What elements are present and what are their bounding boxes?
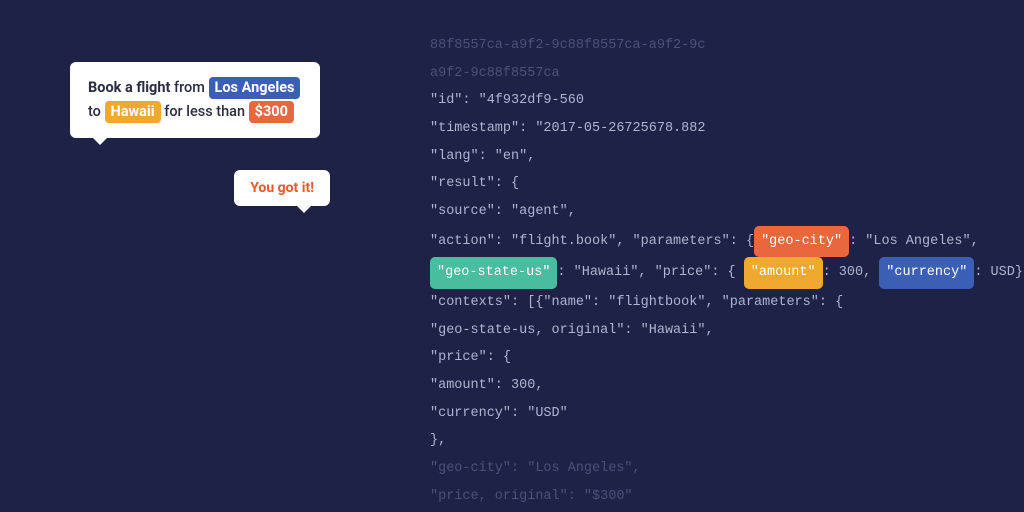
param-tag-geo-state: "geo-state-us" — [430, 257, 557, 289]
user-text: from — [170, 79, 208, 96]
code-line: "price, original": "$300" — [430, 483, 990, 511]
bot-text: You got it! — [250, 180, 314, 196]
code-line: "geo-state-us, original": "Hawaii", — [430, 317, 990, 345]
code-line: "source": "agent", — [430, 198, 990, 226]
param-tag-geo-city: "geo-city" — [754, 226, 849, 258]
user-text: to — [88, 103, 105, 120]
code-line: "amount": 300, — [430, 372, 990, 400]
code-line: "lang": "en", — [430, 143, 990, 171]
code-line: "geo-city": "Los Angeles", — [430, 455, 990, 483]
code-line: "currency": "USD" — [430, 400, 990, 428]
code-line: "price": { — [430, 344, 990, 372]
code-line: "result": { — [430, 170, 990, 198]
json-output-panel: 88f8557ca-a9f2-9c88f8557ca-a9f2-9c a9f2-… — [430, 32, 990, 510]
code-line: "timestamp": "2017-05-26725678.882 — [430, 115, 990, 143]
param-tag-amount: "amount" — [744, 257, 823, 289]
code-line: }, — [430, 427, 990, 455]
code-line: "action": "flight.book", "parameters": {… — [430, 226, 990, 258]
code-line: "id": "4f932df9-560 — [430, 87, 990, 115]
location-tag-los-angeles: Los Angeles — [209, 77, 301, 99]
user-text-bold: Book a flight — [88, 79, 170, 96]
code-line: "contexts": [{"name": "flightbook", "par… — [430, 289, 990, 317]
code-line: a9f2-9c88f8557ca — [430, 60, 990, 88]
bot-message-bubble: You got it! — [234, 170, 330, 206]
code-line: "geo-state-us": "Hawaii", "price": { "am… — [430, 257, 990, 289]
param-tag-currency: "currency" — [879, 257, 974, 289]
user-message-bubble: Book a flight from Los Angeles to Hawaii… — [70, 62, 320, 138]
user-text: for less than — [161, 103, 249, 120]
code-line: 88f8557ca-a9f2-9c88f8557ca-a9f2-9c — [430, 32, 990, 60]
chat-panel: Book a flight from Los Angeles to Hawaii… — [70, 62, 320, 138]
price-tag: $300 — [249, 101, 294, 123]
location-tag-hawaii: Hawaii — [105, 101, 161, 123]
